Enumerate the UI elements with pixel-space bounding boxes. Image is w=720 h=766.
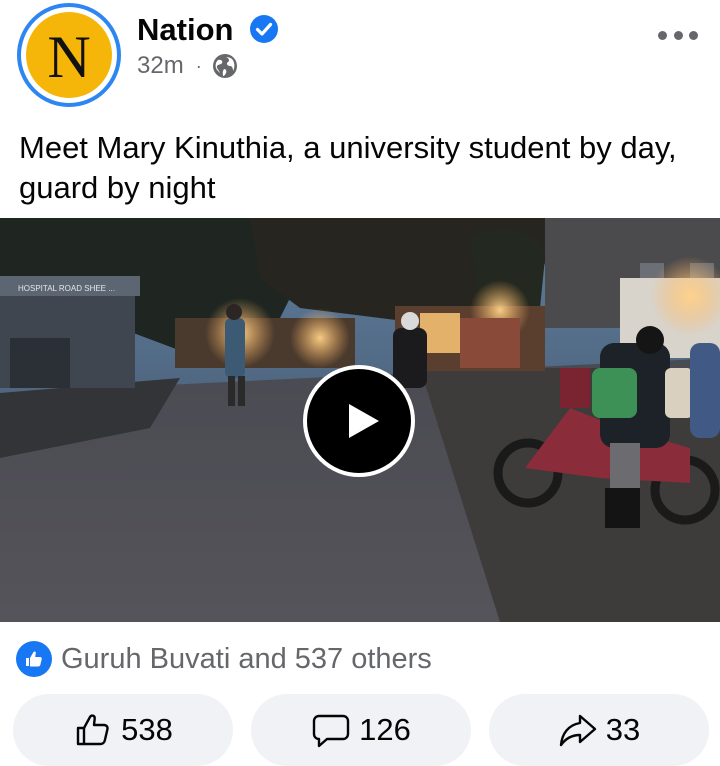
page-name[interactable]: Nation [137,12,233,48]
post-time[interactable]: 32m [137,52,184,80]
reactions-summary[interactable]: Guruh Buvati and 537 others [16,641,432,677]
nation-logo: N [26,12,112,98]
storefront-sign: HOSPITAL ROAD SHEE ... [18,284,115,293]
play-button[interactable] [303,365,415,477]
share-button[interactable]: 33 [489,694,709,766]
thumbs-up-icon [76,714,109,746]
video-player[interactable]: HOSPITAL ROAD SHEE ... [0,218,720,622]
post-caption: Meet Mary Kinuthia, a university student… [19,130,677,205]
comment-bubble-icon [312,714,350,748]
post-header: N Nation 32m · [0,0,720,110]
comment-button[interactable]: 126 [251,694,471,766]
page-avatar[interactable]: N [17,3,121,107]
comment-count: 126 [359,712,411,747]
post-meta: 32m · [137,52,238,80]
share-arrow-icon [559,714,596,747]
reactions-text: Guruh Buvati and 537 others [61,642,432,675]
logo-letter: N [47,24,91,90]
meta-separator: · [195,55,202,76]
like-count: 538 [121,712,173,747]
like-button[interactable]: 538 [13,694,233,766]
play-icon [349,404,379,438]
share-count: 33 [605,712,641,747]
like-reaction-icon [16,641,52,677]
action-bar: 538 126 33 [13,694,709,766]
verified-badge-icon [250,15,278,43]
more-options-icon[interactable] [656,22,700,48]
globe-icon [212,54,237,78]
